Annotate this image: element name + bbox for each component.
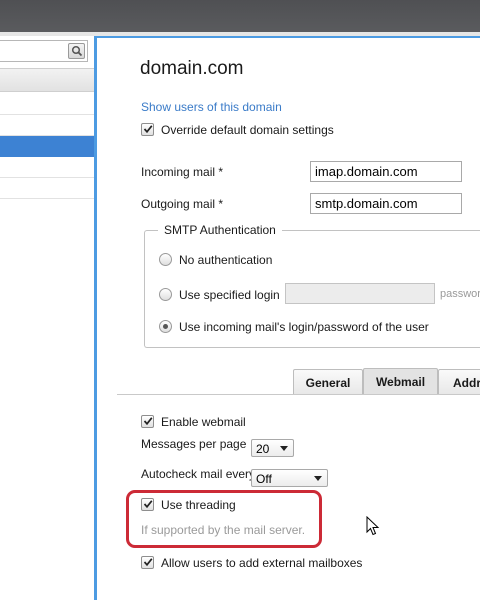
smtp-password-placeholder[interactable]: password bbox=[440, 288, 480, 300]
domain-list-panel bbox=[0, 36, 94, 600]
incoming-login-radio[interactable] bbox=[159, 320, 172, 333]
page-title: domain.com bbox=[140, 58, 244, 79]
list-item-selected[interactable] bbox=[0, 136, 94, 157]
messages-per-page-label: Messages per page bbox=[141, 437, 247, 451]
autocheck-select[interactable]: Off bbox=[251, 469, 328, 487]
messages-per-page-select[interactable]: 20 bbox=[251, 439, 294, 457]
tab-addresses[interactable]: Addr bbox=[438, 369, 480, 394]
outgoing-mail-field[interactable]: smtp.domain.com bbox=[310, 193, 462, 214]
enable-webmail-label: Enable webmail bbox=[161, 415, 246, 429]
allow-external-mailboxes-checkbox[interactable] bbox=[141, 556, 154, 569]
incoming-mail-label: Incoming mail * bbox=[141, 165, 224, 179]
search-box[interactable] bbox=[0, 40, 88, 62]
allow-external-mailboxes-label: Allow users to add external mailboxes bbox=[161, 556, 363, 570]
list-header bbox=[0, 68, 94, 92]
autocheck-label: Autocheck mail every bbox=[141, 467, 256, 481]
override-settings-checkbox[interactable] bbox=[141, 123, 154, 136]
messages-per-page-value: 20 bbox=[256, 442, 270, 456]
list-item[interactable] bbox=[0, 157, 94, 178]
search-icon bbox=[71, 45, 83, 57]
smtp-login-field[interactable] bbox=[285, 283, 435, 304]
incoming-mail-field[interactable]: imap.domain.com bbox=[310, 161, 462, 182]
tab-webmail[interactable]: Webmail bbox=[363, 368, 438, 394]
tab-general[interactable]: General bbox=[293, 369, 363, 394]
checkmark-icon bbox=[143, 417, 153, 426]
no-auth-radio[interactable] bbox=[159, 253, 172, 266]
list-item[interactable] bbox=[0, 115, 94, 136]
list-item[interactable] bbox=[0, 94, 94, 115]
enable-webmail-checkbox[interactable] bbox=[141, 415, 154, 428]
window-top-bar bbox=[0, 0, 480, 32]
specified-login-radio[interactable] bbox=[159, 288, 172, 301]
highlight-annotation bbox=[126, 490, 322, 548]
override-settings-label: Override default domain settings bbox=[161, 123, 334, 137]
smtp-auth-legend: SMTP Authentication bbox=[158, 223, 282, 237]
search-button[interactable] bbox=[68, 43, 85, 59]
chevron-down-icon bbox=[280, 446, 288, 451]
incoming-login-label: Use incoming mail's login/password of th… bbox=[179, 320, 429, 334]
list-item[interactable] bbox=[0, 178, 94, 199]
specified-login-label: Use specified login bbox=[179, 288, 280, 302]
mouse-cursor-icon bbox=[366, 516, 380, 536]
outgoing-mail-label: Outgoing mail * bbox=[141, 197, 224, 211]
checkmark-icon bbox=[143, 125, 153, 134]
chevron-down-icon bbox=[314, 476, 322, 481]
show-users-link[interactable]: Show users of this domain bbox=[141, 100, 282, 114]
checkmark-icon bbox=[143, 558, 153, 567]
no-auth-label: No authentication bbox=[179, 253, 273, 267]
autocheck-value: Off bbox=[256, 472, 272, 486]
tab-bar-baseline bbox=[117, 394, 480, 395]
